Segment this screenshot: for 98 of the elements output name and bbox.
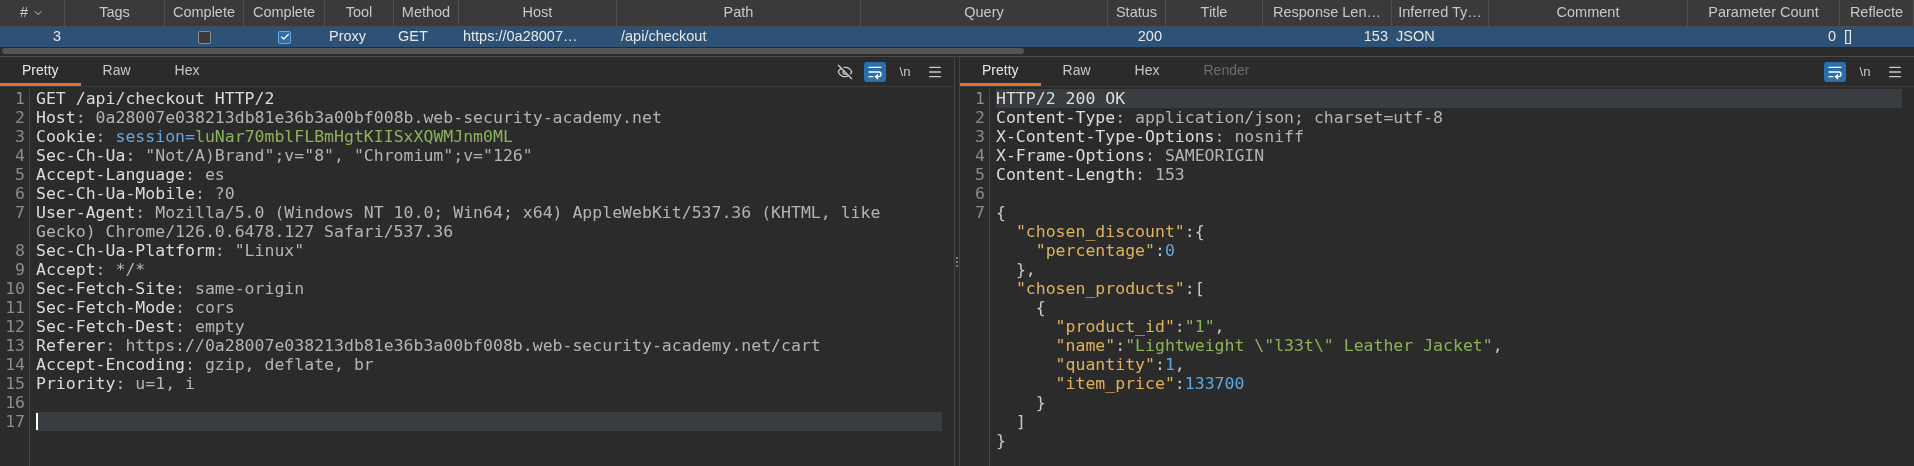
code-line: }, — [1014, 260, 1036, 279]
code-line: } — [996, 431, 1006, 450]
code-line: Accept-Encoding: gzip, deflate, br — [36, 355, 374, 374]
table-row[interactable]: 3 Proxy GET https://0a28007… /api/checkout 200 153 JSON 0 [] — [0, 27, 1914, 47]
code-line: "name":"Lightweight \"l33t\" Leather Jacket", — [1054, 336, 1503, 355]
line-number: 7 — [15, 203, 25, 224]
code-line: Sec-Ch-Ua-Platform: "Linux" — [36, 241, 305, 260]
code-line: Sec-Ch-Ua-Mobile: ?0 — [36, 184, 235, 203]
code-line: "chosen_discount":{ — [1014, 222, 1205, 241]
code-line: Sec-Fetch-Site: same-origin — [36, 279, 305, 298]
code-line: ] — [1014, 412, 1026, 431]
line-number: 15 — [5, 374, 25, 393]
newline-button[interactable]: \n — [1854, 61, 1876, 82]
table-cell-text: 3 — [52, 27, 61, 47]
code-line: { — [1034, 298, 1046, 317]
splitter-handle[interactable] — [954, 57, 960, 466]
line-number: 6 — [15, 184, 25, 203]
line-number: 1 — [975, 89, 985, 108]
table-cell-text: 153 — [1363, 27, 1388, 47]
column-header[interactable]: Query — [861, 0, 1108, 26]
line-number: 10 — [5, 279, 25, 298]
wrap-icon[interactable] — [864, 61, 886, 82]
code-line: Referer: https://0a28007e038213db81e36b3a00bf008b.web-security-academy.net/cart — [36, 336, 821, 355]
code-line: Content-Length: 153 — [996, 165, 1185, 184]
code-line: Cookie: session=luNar70mblFLBmHgtKIISxXQWMJnm0ML — [36, 127, 513, 146]
line-number: 11 — [5, 298, 25, 317]
tab[interactable]: Pretty — [960, 57, 1041, 86]
column-header[interactable]: # — [0, 0, 65, 26]
scrollbar[interactable] — [2, 48, 1024, 54]
tab[interactable]: Hex — [152, 57, 222, 86]
table-cell: Proxy — [329, 28, 367, 45]
line-number: 4 — [15, 146, 25, 165]
code-line: Accept-Language: es — [36, 165, 225, 184]
column-header[interactable]: Complete — [165, 0, 244, 26]
code-line: "percentage":0 — [1034, 241, 1175, 260]
table-cell: /api/checkout — [621, 28, 707, 45]
line-number: 3 — [975, 127, 985, 146]
line-number: 2 — [15, 108, 25, 127]
tab[interactable]: Pretty — [0, 57, 81, 86]
line-number: 6 — [975, 184, 985, 203]
table-cell: GET — [398, 28, 428, 45]
column-header[interactable]: Title — [1166, 0, 1263, 26]
code-line: GET /api/checkout HTTP/2 — [36, 89, 275, 108]
column-header[interactable]: Host — [459, 0, 617, 26]
tab[interactable]: Hex — [1112, 57, 1182, 86]
line-number: 5 — [15, 165, 25, 184]
line-number: 3 — [15, 127, 25, 146]
tab[interactable]: Raw — [1040, 57, 1113, 86]
column-header[interactable]: Parameter Count — [1688, 0, 1840, 26]
line-number: 7 — [975, 203, 985, 222]
code-line: "quantity":1, — [1054, 355, 1185, 374]
line-number: 12 — [5, 317, 25, 336]
column-header[interactable]: Path — [617, 0, 861, 26]
column-header[interactable]: Complete — [244, 0, 325, 26]
line-number: 2 — [975, 108, 985, 127]
checkbox[interactable] — [278, 30, 291, 44]
column-header[interactable]: Method — [394, 0, 459, 26]
column-header[interactable]: Response Len… — [1263, 0, 1392, 26]
tab[interactable]: Raw — [80, 57, 153, 86]
table-cell: [] — [1844, 28, 1853, 45]
code-line: } — [1034, 393, 1046, 412]
wrap-icon[interactable] — [1824, 61, 1846, 82]
line-number: 5 — [975, 165, 985, 184]
code-line: X-Content-Type-Options: nosniff — [996, 127, 1304, 146]
newline-button[interactable]: \n — [894, 61, 916, 82]
code-line: Sec-Fetch-Mode: cors — [36, 298, 235, 317]
code-line: "chosen_products":[ — [1014, 279, 1205, 298]
code-line: "item_price":133700 — [1054, 374, 1245, 393]
code-line: Accept: */* — [36, 260, 146, 279]
line-number: 16 — [5, 393, 25, 412]
code-line: { — [996, 203, 1006, 222]
code-line: Content-Type: application/json; charset=utf-8 — [996, 108, 1444, 127]
line-number: 9 — [15, 260, 25, 279]
column-header[interactable]: Reflecte — [1840, 0, 1914, 26]
table-cell-text: 200 — [1137, 27, 1162, 47]
table-cell-text: 0 — [1827, 27, 1836, 47]
code-line: Priority: u=1, i — [36, 374, 195, 393]
code-line: HTTP/2 200 OK — [996, 89, 1126, 108]
column-header[interactable]: Tool — [325, 0, 394, 26]
line-number: 14 — [5, 355, 25, 374]
column-header[interactable]: Status — [1108, 0, 1166, 26]
line-number: 1 — [15, 89, 25, 108]
line-number: 8 — [15, 241, 25, 260]
code-line: "product_id":"1", — [1054, 317, 1225, 336]
table-cell: JSON — [1396, 28, 1435, 45]
column-header[interactable]: Inferred Ty… — [1392, 0, 1489, 26]
column-header[interactable]: Tags — [65, 0, 165, 26]
code-line: Host: 0a28007e038213db81e36b3a00bf008b.web-security-academy.net — [36, 108, 662, 127]
column-header[interactable]: Comment — [1489, 0, 1688, 26]
line-number: 13 — [5, 336, 25, 355]
code-line: X-Frame-Options: SAMEORIGIN — [996, 146, 1265, 165]
code-line: Sec-Fetch-Dest: empty — [36, 317, 245, 336]
checkbox[interactable] — [198, 30, 211, 44]
table-cell: https://0a28007… — [463, 28, 578, 45]
code-line: Sec-Ch-Ua: "Not/A)Brand";v="8", "Chromium";v="126" — [36, 146, 533, 165]
line-number: 17 — [5, 412, 25, 431]
line-number: 4 — [975, 146, 985, 165]
code-line: User-Agent: Mozilla/5.0 (Windows NT 10.0; Win64; x64) AppleWebKit/537.36 (KHTML, like Gecko) Chrome/126.0.6478.127 Safari/537.36 — [36, 203, 882, 241]
